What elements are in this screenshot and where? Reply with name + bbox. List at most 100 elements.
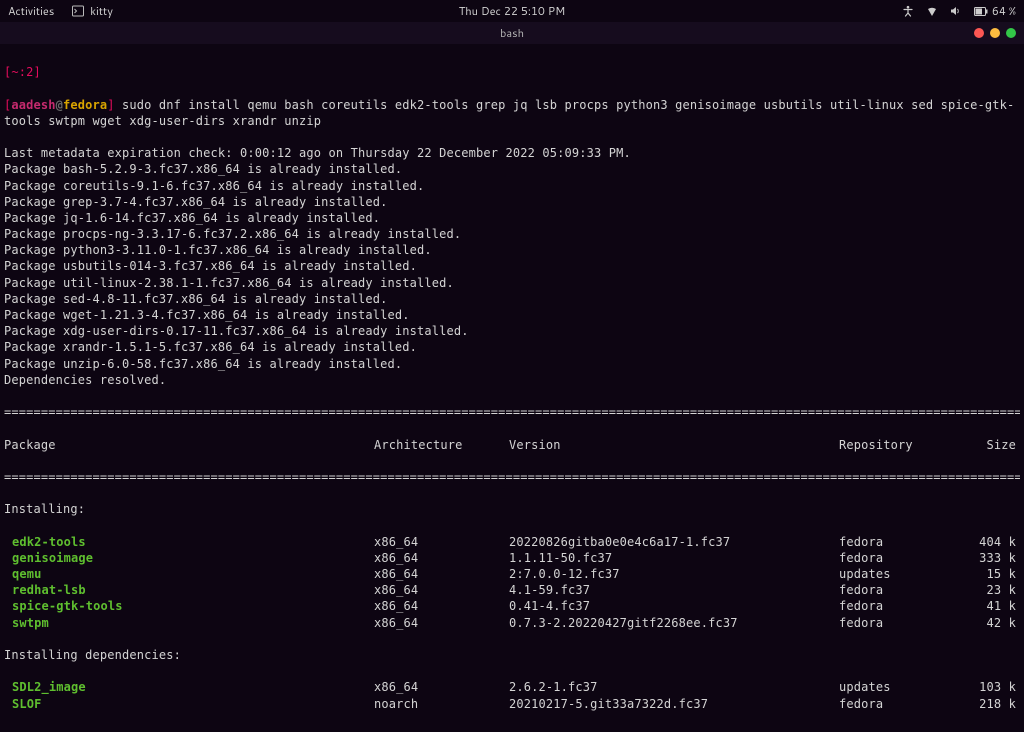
output-line: Package grep-3.7-4.fc37.x86_64 is alread…: [4, 194, 1020, 210]
table-divider-top: ========================================…: [4, 404, 1020, 420]
output-line: Last metadata expiration check: 0:00:12 …: [4, 145, 1020, 161]
pkg-name: swtpm: [4, 615, 374, 631]
pkg-repo: fedora: [839, 582, 959, 598]
pkg-repo: fedora: [839, 615, 959, 631]
col-header-repository: Repository: [839, 437, 959, 453]
pkg-name: redhat-lsb: [4, 582, 374, 598]
col-header-version: Version: [509, 437, 839, 453]
accessibility-icon[interactable]: [902, 5, 914, 17]
pkg-size: 41 k: [959, 598, 1020, 614]
table-row: genisoimagex86_641.1.11-50.fc37fedora333…: [4, 550, 1020, 566]
activities-button[interactable]: Activities: [8, 3, 54, 19]
pkg-version: 20210217-5.git33a7322d.fc37: [509, 696, 839, 712]
window-titlebar: bash: [0, 22, 1024, 44]
current-app-indicator[interactable]: kitty: [72, 3, 113, 19]
ps1-user: aadesh: [11, 98, 55, 112]
battery-status[interactable]: 64 %: [974, 3, 1016, 19]
installing-deps-list: SDL2_imagex86_642.6.2-1.fc37updates103 k…: [4, 679, 1020, 711]
ps1-cwd: [~:2]: [4, 65, 41, 79]
section-installing-deps-label: Installing dependencies:: [4, 647, 1020, 663]
maximize-icon[interactable]: [1006, 28, 1016, 38]
output-line: Package jq-1.6-14.fc37.x86_64 is already…: [4, 210, 1020, 226]
pkg-arch: x86_64: [374, 615, 509, 631]
pkg-size: 103 k: [959, 679, 1020, 695]
pkg-name: spice-gtk-tools: [4, 598, 374, 614]
pkg-arch: noarch: [374, 696, 509, 712]
section-installing-label: Installing:: [4, 501, 1020, 517]
output-line: Package usbutils-014-3.fc37.x86_64 is al…: [4, 258, 1020, 274]
table-row: swtpmx86_640.7.3-2.20220427gitf2268ee.fc…: [4, 615, 1020, 631]
pkg-size: 15 k: [959, 566, 1020, 582]
pkg-version: 1.1.11-50.fc37: [509, 550, 839, 566]
pkg-name: SLOF: [4, 696, 374, 712]
output-line: Package xdg-user-dirs-0.17-11.fc37.x86_6…: [4, 323, 1020, 339]
output-line: Package util-linux-2.38.1-1.fc37.x86_64 …: [4, 275, 1020, 291]
prompt-line-prefix: [~:2]: [4, 64, 1020, 80]
pkg-arch: x86_64: [374, 534, 509, 550]
pkg-size: 404 k: [959, 534, 1020, 550]
pkg-arch: x86_64: [374, 679, 509, 695]
pkg-repo: updates: [839, 679, 959, 695]
ps1-close-bracket: ]: [107, 98, 114, 112]
pkg-arch: x86_64: [374, 566, 509, 582]
pkg-repo: fedora: [839, 598, 959, 614]
pkg-arch: x86_64: [374, 582, 509, 598]
output-line: Package unzip-6.0-58.fc37.x86_64 is alre…: [4, 356, 1020, 372]
pkg-size: 333 k: [959, 550, 1020, 566]
topbar-left: Activities kitty: [8, 3, 113, 19]
window-controls: [974, 28, 1016, 38]
table-divider-mid: ========================================…: [4, 469, 1020, 485]
ps1-at: @: [56, 98, 63, 112]
col-header-package: Package: [4, 437, 374, 453]
pkg-arch: x86_64: [374, 598, 509, 614]
table-header-row: Package Architecture Version Repository …: [4, 437, 1020, 453]
pkg-name: edk2-tools: [4, 534, 374, 550]
output-line: Package coreutils-9.1-6.fc37.x86_64 is a…: [4, 178, 1020, 194]
pkg-size: 23 k: [959, 582, 1020, 598]
volume-icon[interactable]: [950, 5, 962, 17]
window-title-text: bash: [500, 25, 524, 41]
output-line: Package sed-4.8-11.fc37.x86_64 is alread…: [4, 291, 1020, 307]
col-header-architecture: Architecture: [374, 437, 509, 453]
pkg-name: SDL2_image: [4, 679, 374, 695]
battery-percent: 64 %: [992, 3, 1016, 19]
close-icon[interactable]: [974, 28, 984, 38]
pkg-repo: updates: [839, 566, 959, 582]
battery-icon: [974, 7, 988, 16]
table-row: spice-gtk-toolsx86_640.41-4.fc37fedora41…: [4, 598, 1020, 614]
col-header-size: Size: [959, 437, 1020, 453]
table-row: edk2-toolsx86_6420220826gitba0e0e4c6a17-…: [4, 534, 1020, 550]
pkg-size: 218 k: [959, 696, 1020, 712]
topbar-clock[interactable]: Thu Dec 22 5:10 PM: [459, 3, 565, 19]
table-row: SLOFnoarch20210217-5.git33a7322d.fc37fed…: [4, 696, 1020, 712]
output-line: Dependencies resolved.: [4, 372, 1020, 388]
pkg-size: 42 k: [959, 615, 1020, 631]
network-icon[interactable]: [926, 5, 938, 17]
output-line: Package xrandr-1.5.1-5.fc37.x86_64 is al…: [4, 339, 1020, 355]
command-line: [aadesh@fedora] sudo dnf install qemu ba…: [4, 97, 1020, 129]
pkg-repo: fedora: [839, 534, 959, 550]
pkg-version: 20220826gitba0e0e4c6a17-1.fc37: [509, 534, 839, 550]
pkg-repo: fedora: [839, 696, 959, 712]
current-app-name: kitty: [90, 3, 113, 19]
pkg-version: 2.6.2-1.fc37: [509, 679, 839, 695]
topbar-right: 64 %: [902, 3, 1016, 19]
pkg-version: 0.7.3-2.20220427gitf2268ee.fc37: [509, 615, 839, 631]
pkg-version: 4.1-59.fc37: [509, 582, 839, 598]
table-row: qemux86_642:7.0.0-12.fc37updates15 k: [4, 566, 1020, 582]
pkg-version: 2:7.0.0-12.fc37: [509, 566, 839, 582]
minimize-icon[interactable]: [990, 28, 1000, 38]
table-row: SDL2_imagex86_642.6.2-1.fc37updates103 k: [4, 679, 1020, 695]
terminal-body[interactable]: [~:2] [aadesh@fedora] sudo dnf install q…: [0, 44, 1024, 732]
pkg-name: genisoimage: [4, 550, 374, 566]
terminal-app-icon: [72, 5, 84, 17]
dnf-output: Last metadata expiration check: 0:00:12 …: [4, 145, 1020, 388]
table-row: redhat-lsbx86_644.1-59.fc37fedora23 k: [4, 582, 1020, 598]
pkg-repo: fedora: [839, 550, 959, 566]
output-line: Package bash-5.2.9-3.fc37.x86_64 is alre…: [4, 161, 1020, 177]
pkg-version: 0.41-4.fc37: [509, 598, 839, 614]
installing-list: edk2-toolsx86_6420220826gitba0e0e4c6a17-…: [4, 534, 1020, 631]
command-text: sudo dnf install qemu bash coreutils edk…: [4, 98, 1014, 128]
gnome-topbar: Activities kitty Thu Dec 22 5:10 PM 64 %: [0, 0, 1024, 22]
output-line: Package python3-3.11.0-1.fc37.x86_64 is …: [4, 242, 1020, 258]
